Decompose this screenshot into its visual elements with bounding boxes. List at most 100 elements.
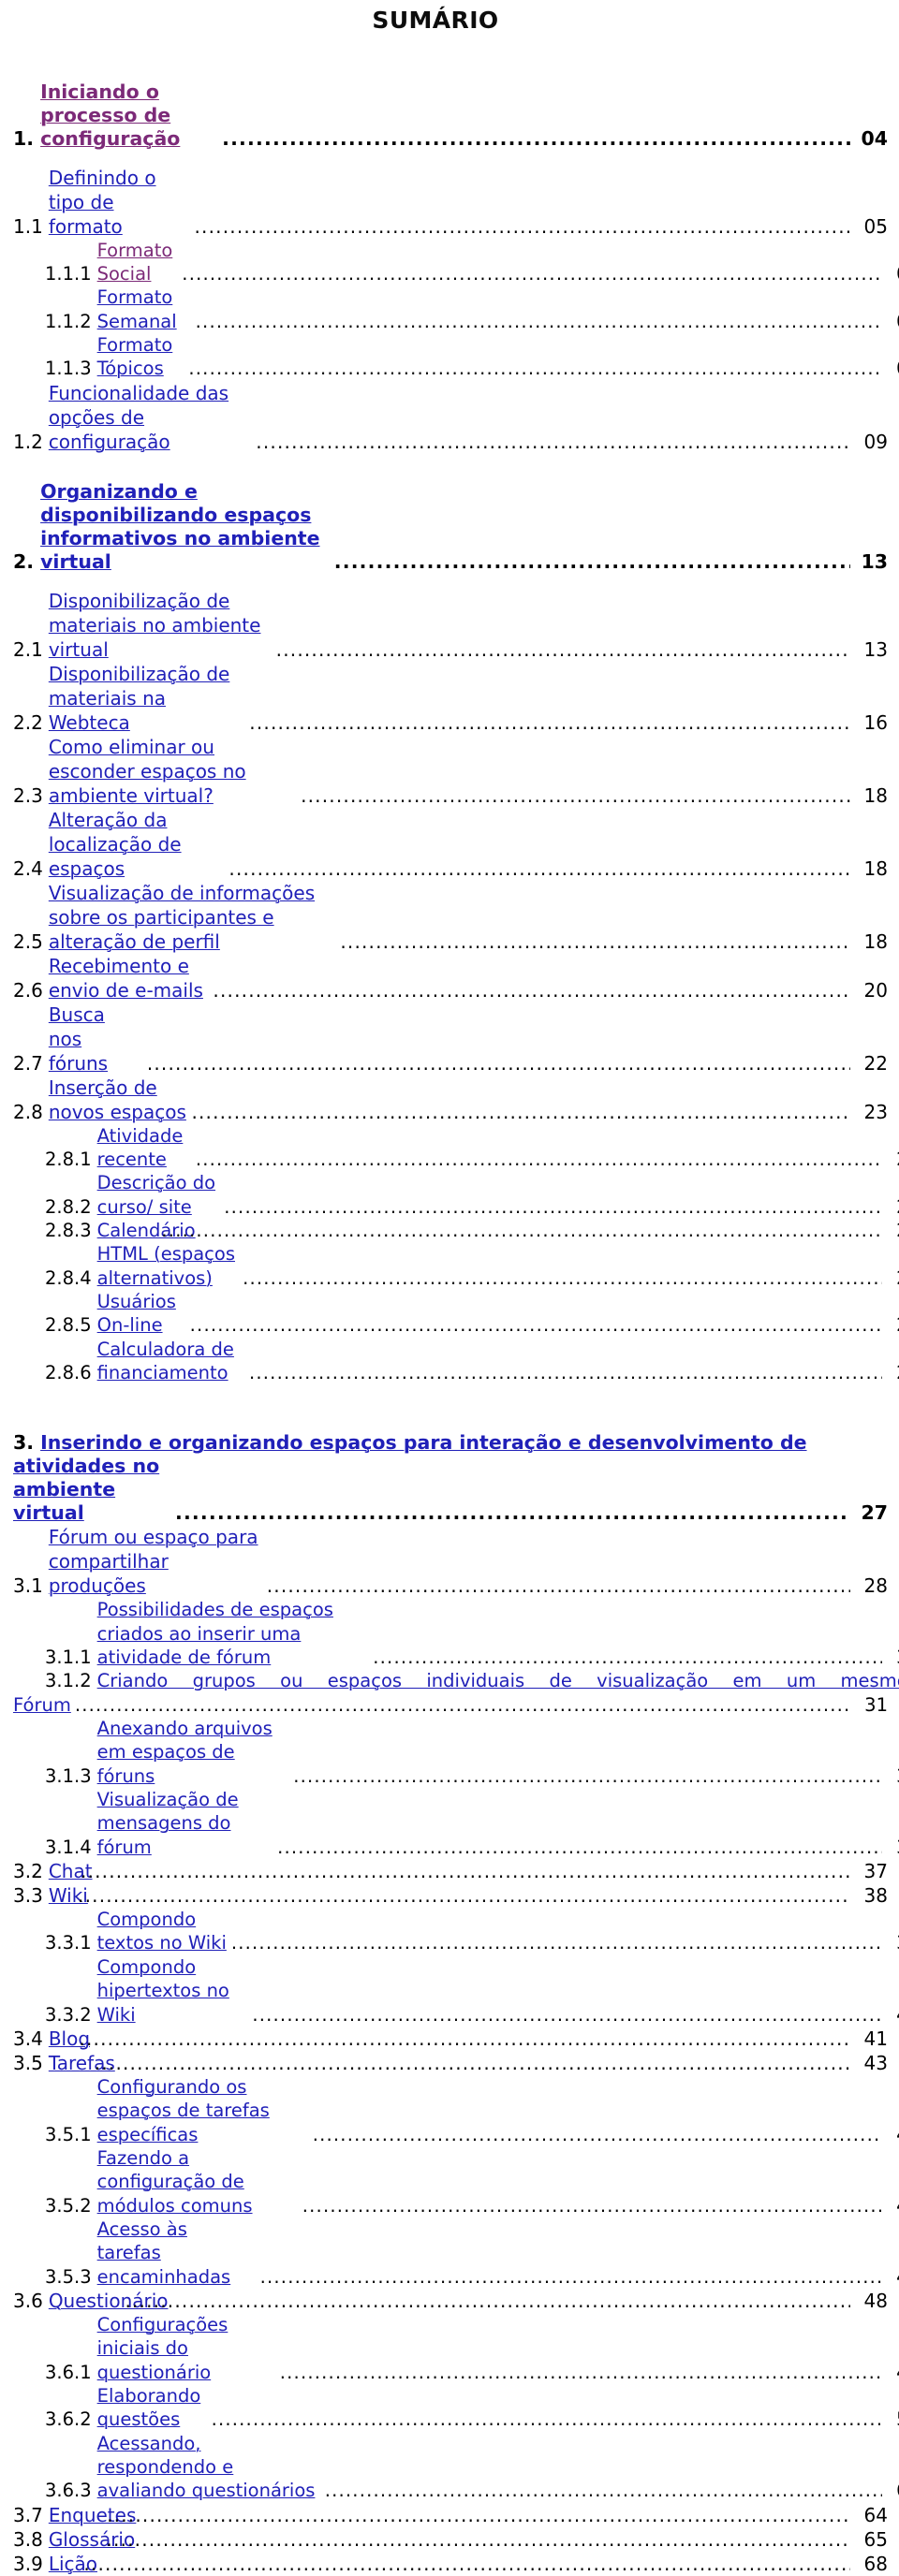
toc-entry-link[interactable]: Organizando e disponibilizando espaços i… (40, 480, 319, 573)
toc-leader-dots (289, 1764, 882, 1788)
toc-entry-3-3-2[interactable]: 3.3.2Compondo hipertextos no Wiki 40 (45, 1955, 899, 2027)
toc-entry-title: Formato Semanal (97, 285, 192, 333)
toc-entry-3-1[interactable]: 3.1 Fórum ou espaço para compartilhar pro… (13, 1525, 888, 1598)
toc-entry-3-1-4[interactable]: 3.1.4Visualização de mensagens do fórum 3… (45, 1788, 899, 1859)
toc-entry-3-5-3[interactable]: 3.5.3Acesso às tarefas encaminhadas 47 (45, 2217, 899, 2289)
toc-entry-link[interactable]: Acesso às tarefas encaminhadas (97, 2218, 231, 2288)
toc-entry-3-6-1[interactable]: 3.6.1 Configurações iniciais do questioná… (45, 2313, 899, 2384)
toc-entry-3-6-2[interactable]: 3.6.2Elaborando questões 53 (45, 2384, 899, 2432)
toc-entry-3-3-1[interactable]: 3.3.1Compondo textos no Wiki 39 (45, 1908, 899, 1955)
toc-entry-3-3[interactable]: 3.3Wiki 38 (13, 1883, 888, 1908)
toc-page-number: 65 (863, 2527, 888, 2551)
toc-entry-second-line: atividades no ambiente virtual 27 (13, 1455, 888, 1525)
toc-entry-3[interactable]: 3. Inserindo e organizando espaços para i… (13, 1431, 888, 1525)
toc-page-number: 26 (882, 1313, 899, 1337)
toc-entry-2-8-2[interactable]: 2.8.2Descrição do curso/ site 23 (45, 1171, 899, 1219)
toc-entry-link[interactable]: Calculadora de financiamento (97, 1339, 234, 1383)
toc-entry-2-2[interactable]: 2.2 Disponibilização de materiais na Webt… (13, 662, 888, 735)
toc-leader-dots (184, 357, 882, 380)
toc-entry-link[interactable]: Inserindo e organizando espaços para int… (40, 1431, 806, 1454)
toc-entry-2-8-4[interactable]: 2.8.4HTML (espaços alternativos) 26 (45, 1242, 899, 1290)
toc-entry-link[interactable]: Busca nos fóruns (49, 1003, 108, 1075)
toc-entry-2-8-3[interactable]: 2.8.3Calendário 23 (45, 1219, 899, 1242)
toc-entry-2-8-5[interactable]: 2.8.5Usuários On-line 26 (45, 1290, 899, 1338)
toc-entry-link[interactable]: Acessando, respondendo e avaliando quest… (97, 2433, 316, 2502)
toc-entry-link[interactable]: Usuários On-line (97, 1291, 176, 1336)
toc-entry-link[interactable]: Visualização de mensagens do fórum (97, 1789, 239, 1858)
toc-entry-1-1-2[interactable]: 1.1.2Formato Semanal 05 (45, 285, 899, 333)
toc-entry-1[interactable]: 1.Iniciando o processo de configuração 04 (13, 80, 888, 151)
toc-entry-2-7[interactable]: 2.7Busca nos fóruns 22 (13, 1003, 888, 1076)
toc-entry-link[interactable]: Formato Social (97, 240, 173, 285)
toc-entry-3-2[interactable]: 3.2 Chat 37 (13, 1859, 888, 1883)
toc-entry-link[interactable]: Fórum ou espaço para compartilhar produç… (49, 1526, 258, 1597)
toc-entry-link-continued[interactable]: Fórum (13, 1693, 71, 1717)
toc-entry-title: Usuários On-line (97, 1290, 186, 1338)
toc-page-number: 30 (882, 1646, 899, 1669)
toc-entry-3-4[interactable]: 3.4 Blog 41 (13, 2027, 888, 2051)
toc-entry-link[interactable]: Elaborando questões (97, 2385, 201, 2430)
toc-entry-2-3[interactable]: 2.3 Como eliminar ou esconder espaços no … (13, 735, 888, 808)
toc-entry-3-5[interactable]: 3.5 Tarefas 43 (13, 2051, 888, 2075)
toc-entry-link[interactable]: Disponibilização de materiais no ambient… (49, 590, 261, 661)
toc-entry-link-continued[interactable]: atividades no ambiente virtual (13, 1455, 171, 1525)
toc-entry-link[interactable]: Fazendo a configuração de módulos comuns (97, 2147, 253, 2217)
toc-page-number: 18 (863, 783, 888, 807)
toc-entry-link[interactable]: Disponibilização de materiais na Webteca (49, 663, 230, 734)
toc-entry-3-7[interactable]: 3.7 Enquetes 64 (13, 2503, 888, 2527)
toc-entry-link[interactable]: Inserção de novos espaços (49, 1076, 186, 1123)
toc-entry-2-6[interactable]: 2.6Recebimento e envio de e-mails 20 (13, 954, 888, 1003)
toc-entry-link[interactable]: Recebimento e envio de e-mails (49, 955, 203, 1002)
toc-entry-3-5-1[interactable]: 3.5.1 Configurando os espaços de tarefas … (45, 2075, 899, 2146)
toc-entry-link[interactable]: Descrição do curso/ site (97, 1172, 215, 1217)
toc-entry-link[interactable]: Configurando os espaços de tarefas espec… (97, 2076, 270, 2145)
toc-entry-3-6[interactable]: 3.6 Questionário 48 (13, 2289, 888, 2313)
toc-entry-3-1-2[interactable]: 3.1.2 Criando grupos ou espaços individua… (13, 1669, 899, 1717)
toc-entry-title: Calculadora de financiamento (97, 1338, 245, 1385)
toc-entry-link[interactable]: Iniciando o processo de configuração (40, 80, 180, 150)
toc-entry-link[interactable]: Possibilidades de espaços criados ao ins… (97, 1599, 333, 1668)
toc-entry-number: 1. (13, 126, 35, 150)
toc-entry-2[interactable]: 2. Organizando e disponibilizando espaços… (13, 480, 888, 574)
toc-leader-dots (228, 1931, 882, 1954)
toc-entry-2-1[interactable]: 2.1 Disponibilização de materiais no ambi… (13, 589, 888, 662)
toc-page-number: 20 (863, 978, 888, 1002)
toc-page-number: 62 (882, 2479, 899, 2502)
toc-entry-2-8[interactable]: 2.8 Inserção de novos espaços 23 (13, 1076, 888, 1124)
toc-entry-link[interactable]: Como eliminar ou esconder espaços no amb… (49, 736, 246, 807)
toc-entry-link[interactable]: Criando grupos ou espaços individuais de… (97, 1669, 899, 1692)
toc-leader-dots (208, 2408, 882, 2431)
toc-entry-2-8-1[interactable]: 2.8.1Atividade recente 23 (45, 1124, 899, 1172)
toc-entry-1-1-3[interactable]: 1.1.3Formato Tópicos 06 (45, 333, 899, 381)
toc-leader-dots (103, 2503, 850, 2527)
toc-entry-title: Compondo textos no Wiki (97, 1908, 228, 1955)
toc-leader-dots (245, 710, 850, 735)
toc-entry-3-5-2[interactable]: 3.5.2 Fazendo a configuração de módulos c… (45, 2146, 899, 2217)
toc-entry-1-1-1[interactable]: 1.1.1Formato Social 05 (45, 239, 899, 286)
toc-entry-number: 1.2 (13, 430, 43, 453)
toc-entry-link[interactable]: Anexando arquivos em espaços de fóruns (97, 1718, 273, 1787)
toc-entry-link[interactable]: Compondo hipertextos no Wiki (97, 1956, 229, 2026)
toc-entry-link[interactable]: Configurações iniciais do questionário (97, 2314, 228, 2383)
toc-entry-3-1-1[interactable]: 3.1.1 Possibilidades de espaços criados a… (45, 1598, 899, 1669)
toc-entry-2-5[interactable]: 2.5 Visualização de informações sobre os … (13, 881, 888, 954)
toc-entry-3-1-3[interactable]: 3.1.3 Anexando arquivos em espaços de fór… (45, 1717, 899, 1788)
toc-entry-3-9[interactable]: 3.9 Lição 68 (13, 2552, 888, 2576)
toc-entry-1-1[interactable]: 1.1Definindo o tipo de formato 05 (13, 166, 888, 239)
toc-leader-dots (273, 1836, 882, 1859)
toc-entry-2-4[interactable]: 2.4Alteração da localização de espaços 18 (13, 808, 888, 881)
toc-entry-1-2[interactable]: 1.2 Funcionalidade das opções de configur… (13, 381, 888, 454)
toc-entry-number: 3.5.1 (45, 2123, 92, 2145)
toc-entry-link[interactable]: Formato Tópicos (97, 334, 173, 379)
toc-entry-link[interactable]: HTML (espaços alternativos) (97, 1243, 235, 1288)
toc-entry-link[interactable]: Formato Semanal (97, 286, 177, 331)
toc-entry-link[interactable]: Alteração da localização de espaços (49, 809, 182, 880)
toc-entry-link[interactable]: Compondo textos no Wiki (97, 1909, 227, 1954)
toc-entry-3-6-3[interactable]: 3.6.3 Acessando, respondendo e avaliando … (45, 2432, 899, 2503)
toc-entry-3-8[interactable]: 3.8Glossário 65 (13, 2527, 888, 2552)
toc-entry-link[interactable]: Atividade recente (97, 1125, 184, 1170)
toc-entry-link[interactable]: Funcionalidade das opções de configuraçã… (49, 382, 228, 453)
toc-entry-2-8-6[interactable]: 2.8.6Calculadora de financiamento 26 (45, 1338, 899, 1385)
toc-entry-link[interactable]: Definindo o tipo de formato (49, 167, 156, 238)
toc-entry-link[interactable]: Visualização de informações sobre os par… (49, 882, 315, 953)
